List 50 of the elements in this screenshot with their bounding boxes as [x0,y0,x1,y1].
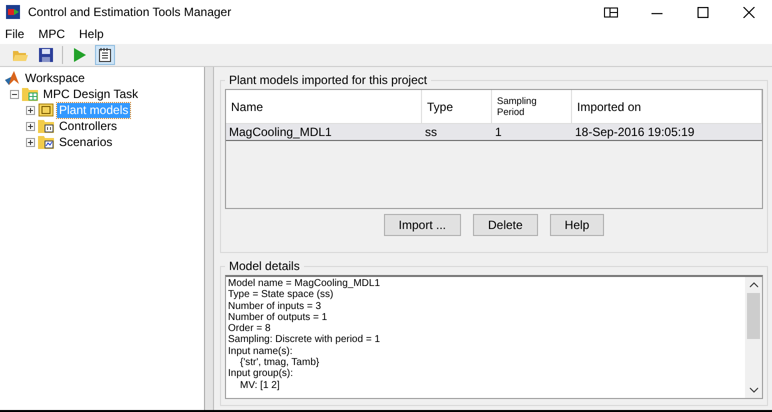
menu-item[interactable]: File [5,27,24,41]
column-header[interactable]: Sampling Period [492,90,572,123]
scrollbar[interactable] [745,277,762,398]
details-line: Number of inputs = 3 [228,300,322,312]
column-header[interactable]: Name [226,90,422,123]
details-line: Type = State space (ss) [228,289,334,301]
dialog-button[interactable]: Delete [472,214,538,236]
save-icon[interactable] [36,45,56,65]
matlab-logo-icon [4,71,20,85]
details-line: Input group(s): [228,368,294,380]
maximize-icon[interactable] [696,6,710,18]
tree-item[interactable]: Controllers [57,118,120,134]
tree-item[interactable]: Scenarios [57,134,114,150]
expander-icon[interactable] [26,122,35,130]
notepad-icon[interactable] [95,45,115,65]
folder-icon [38,119,54,133]
tree-item[interactable]: MPC Design Task [41,86,140,102]
tree-item[interactable]: Workspace [23,70,87,86]
scroll-up-icon[interactable] [748,282,758,288]
close-icon[interactable] [742,6,756,18]
details-line: Input name(s): [228,346,294,358]
details-line: {'str', tmag, Tamb} [239,357,320,368]
table-row[interactable]: MagCooling_MDL1 ss 1 18-Sep-2016 19:05:19 [226,124,762,141]
snap-layout-icon[interactable] [604,6,618,18]
group-title: Model details [228,259,301,273]
details-line: Model name = MagCooling_MDL1 [228,278,382,290]
expander-icon[interactable] [26,138,35,146]
dialog-button[interactable]: Help [550,214,604,236]
plant-model-icon [38,103,54,117]
scroll-down-icon[interactable] [748,387,758,393]
table-cell-text: ss [424,124,438,140]
details-line: Sampling: Discrete with period = 1 [228,334,382,346]
details-line: Number of outputs = 1 [228,312,328,324]
expander-icon[interactable] [10,90,19,98]
expander-icon[interactable] [26,106,35,114]
details-line: MV: [1 2] [239,380,281,391]
table-cell-text: MagCooling_MDL1 [228,124,333,140]
dialog-button[interactable]: Import ... [384,214,461,236]
table-cell-text: 18-Sep-2016 19:05:19 [574,124,696,140]
menu-item[interactable]: Help [79,27,104,41]
column-header[interactable]: Type [422,90,492,123]
menu-item[interactable]: MPC [38,27,66,41]
group-title: Plant models imported for this project [228,73,428,87]
app-icon [6,5,20,19]
column-header[interactable]: Imported on [572,90,762,123]
table-cell-text: 1 [494,124,503,140]
folder-icon [38,135,54,149]
details-line: Order = 8 [228,323,272,334]
window-title: Control and Estimation Tools Manager [28,5,232,19]
folder-icon [22,87,38,101]
